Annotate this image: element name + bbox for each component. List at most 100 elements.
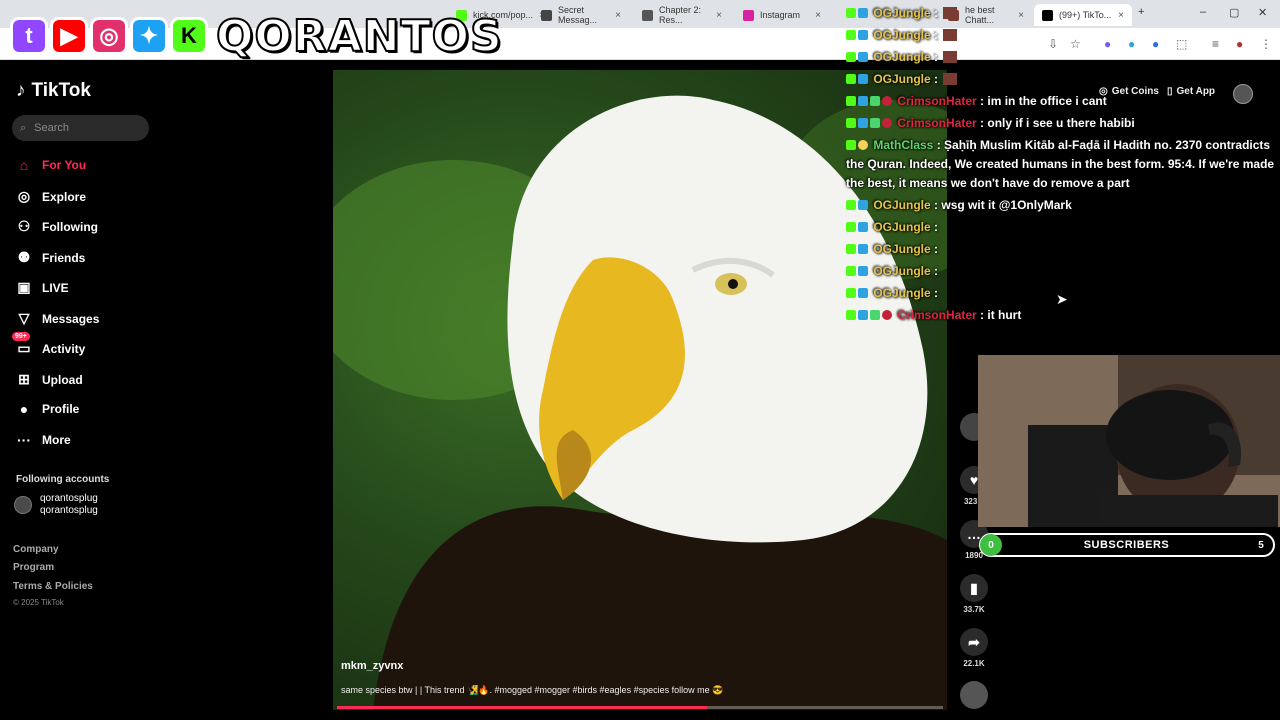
bookmark-icon: ▮ xyxy=(960,574,988,602)
kick-badge-icon xyxy=(846,96,856,106)
tab-label: Secret Messag... xyxy=(558,5,598,25)
video-username[interactable]: mkm_zyvnx xyxy=(341,660,403,672)
tab-close-icon[interactable]: × xyxy=(815,10,821,21)
nav-following[interactable]: ⚇ Following xyxy=(16,218,98,235)
flame-badge-icon xyxy=(882,310,892,320)
chat-username[interactable]: OGJungle xyxy=(870,6,930,20)
subscriber-goal-label: SUBSCRIBERS xyxy=(1083,539,1170,551)
sub-badge-icon xyxy=(858,288,868,298)
video-progress-bar[interactable] xyxy=(337,706,943,709)
tab-close-icon[interactable]: × xyxy=(716,10,722,21)
nav-label: LIVE xyxy=(42,280,69,295)
screen: kick.com/pop... × Secret Messag... × Cha… xyxy=(0,0,1280,720)
sub-badge-icon xyxy=(858,244,868,254)
browser-tab[interactable]: Instagram × xyxy=(735,4,829,26)
chat-separator: : xyxy=(976,94,988,108)
following-account-item[interactable]: qorantosplug qorantosplug xyxy=(14,493,98,517)
sub-badge-icon xyxy=(858,118,868,128)
chat-separator: : xyxy=(930,264,939,278)
tab-close-icon[interactable]: × xyxy=(615,10,621,21)
nav-label: More xyxy=(42,433,71,447)
share-count: 22.1K xyxy=(963,659,985,668)
bookmark-button[interactable]: ▮ 33.7K xyxy=(958,574,990,614)
kick-icon: K xyxy=(170,17,208,55)
chat-separator: : xyxy=(930,50,942,64)
nav-profile[interactable]: ● Profile xyxy=(16,401,80,417)
chat-username[interactable]: CrimsonHater xyxy=(894,94,976,108)
chat-message: OGJungle : xyxy=(846,284,1276,303)
chat-text: im in the office i cant xyxy=(987,94,1107,108)
compass-icon: ◎ xyxy=(17,188,31,204)
chat-emote-icon xyxy=(943,73,958,85)
nav-label: For You xyxy=(42,158,87,172)
chat-username[interactable]: CrimsonHater xyxy=(894,116,976,130)
sound-disc-button[interactable] xyxy=(958,681,990,712)
chat-username[interactable]: OGJungle xyxy=(870,72,930,86)
gift-badge-icon xyxy=(870,96,880,106)
nav-label: Activity xyxy=(42,341,86,356)
chat-separator: : xyxy=(930,286,939,300)
nav-label: Messages xyxy=(42,311,100,326)
nav-activity[interactable]: ▭ 99+ Activity xyxy=(12,332,86,357)
tiktok-logo[interactable]: ♪ TikTok xyxy=(16,80,91,102)
twitch-icon: t xyxy=(10,17,48,55)
browser-tab[interactable]: Chapter 2: Res... × xyxy=(634,4,730,26)
share-button[interactable]: ➦ 22.1K xyxy=(958,628,990,668)
browser-tab[interactable]: Secret Messag... × xyxy=(533,4,629,26)
sub-badge-icon xyxy=(858,30,868,40)
chat-message: CrimsonHater : im in the office i cant xyxy=(846,92,1276,111)
tab-favicon-icon xyxy=(541,9,552,21)
nav-for-you[interactable]: ⌂ For You xyxy=(16,157,86,173)
gift-badge-icon xyxy=(870,310,880,320)
chat-username[interactable]: OGJungle xyxy=(870,28,930,42)
subscriber-goal-target: 5 xyxy=(1258,539,1264,551)
webcam-frame xyxy=(978,355,1280,527)
chat-username[interactable]: OGJungle xyxy=(870,50,930,64)
youtube-icon: ▶ xyxy=(50,17,88,55)
bookmark-count: 33.7K xyxy=(963,605,985,614)
moon-badge-icon xyxy=(858,140,868,150)
chat-username[interactable]: OGJungle xyxy=(870,242,930,256)
chat-username[interactable]: OGJungle xyxy=(870,264,930,278)
chat-username[interactable]: OGJungle xyxy=(870,220,930,234)
flame-badge-icon xyxy=(882,96,892,106)
chat-separator: : xyxy=(930,198,942,212)
nav-label: Explore xyxy=(42,189,87,204)
footer-terms-link[interactable]: Terms & Policies xyxy=(13,581,93,592)
more-icon: ··· xyxy=(17,432,31,448)
following-icon: ⚇ xyxy=(17,218,31,234)
share-icon: ➦ xyxy=(960,628,988,656)
kick-badge-icon xyxy=(846,266,856,276)
chat-username[interactable]: OGJungle xyxy=(870,286,930,300)
chat-separator: : xyxy=(933,138,945,152)
chat-username[interactable]: CrimsonHater xyxy=(894,308,976,322)
chat-message: OGJungle : xyxy=(846,240,1276,259)
chat-message: OGJungle : xyxy=(846,218,1276,237)
chat-username[interactable]: MathClass xyxy=(870,138,933,152)
kick-badge-icon xyxy=(846,140,856,150)
chat-message: MathClass : Ṣaḥīḥ Muslim Kitāb al-Faḍā i… xyxy=(846,136,1276,193)
search-input[interactable]: ⌕ Search xyxy=(12,115,149,141)
nav-explore[interactable]: ◎ Explore xyxy=(16,188,86,205)
nav-live[interactable]: ▣ LIVE xyxy=(16,279,69,296)
nav-upload[interactable]: ⊞ Upload xyxy=(16,371,83,388)
chat-message: CrimsonHater : it hurt xyxy=(846,306,1276,325)
account-name: qorantosplug xyxy=(40,493,98,504)
chat-message: OGJungle : wsg wit it @1OnlyMark xyxy=(846,196,1276,215)
sub-badge-icon xyxy=(858,96,868,106)
nav-label: Upload xyxy=(42,372,83,387)
chat-message: OGJungle : xyxy=(846,262,1276,281)
tab-favicon-icon xyxy=(743,9,754,21)
messages-icon: ▽ xyxy=(18,310,30,326)
upload-icon: ⊞ xyxy=(18,371,30,387)
nav-messages[interactable]: ▽ Messages xyxy=(16,310,100,327)
chat-message: OGJungle : xyxy=(846,4,1276,23)
chat-message: OGJungle : xyxy=(846,48,1276,67)
footer-company-link[interactable]: Company xyxy=(13,544,59,555)
activity-icon: ▭ 99+ xyxy=(12,332,32,357)
nav-more[interactable]: ··· More xyxy=(16,432,71,448)
nav-friends[interactable]: ⚉ Friends xyxy=(16,249,86,266)
footer-program-link[interactable]: Program xyxy=(13,562,54,573)
chat-username[interactable]: OGJungle xyxy=(870,198,930,212)
kick-badge-icon xyxy=(846,200,856,210)
